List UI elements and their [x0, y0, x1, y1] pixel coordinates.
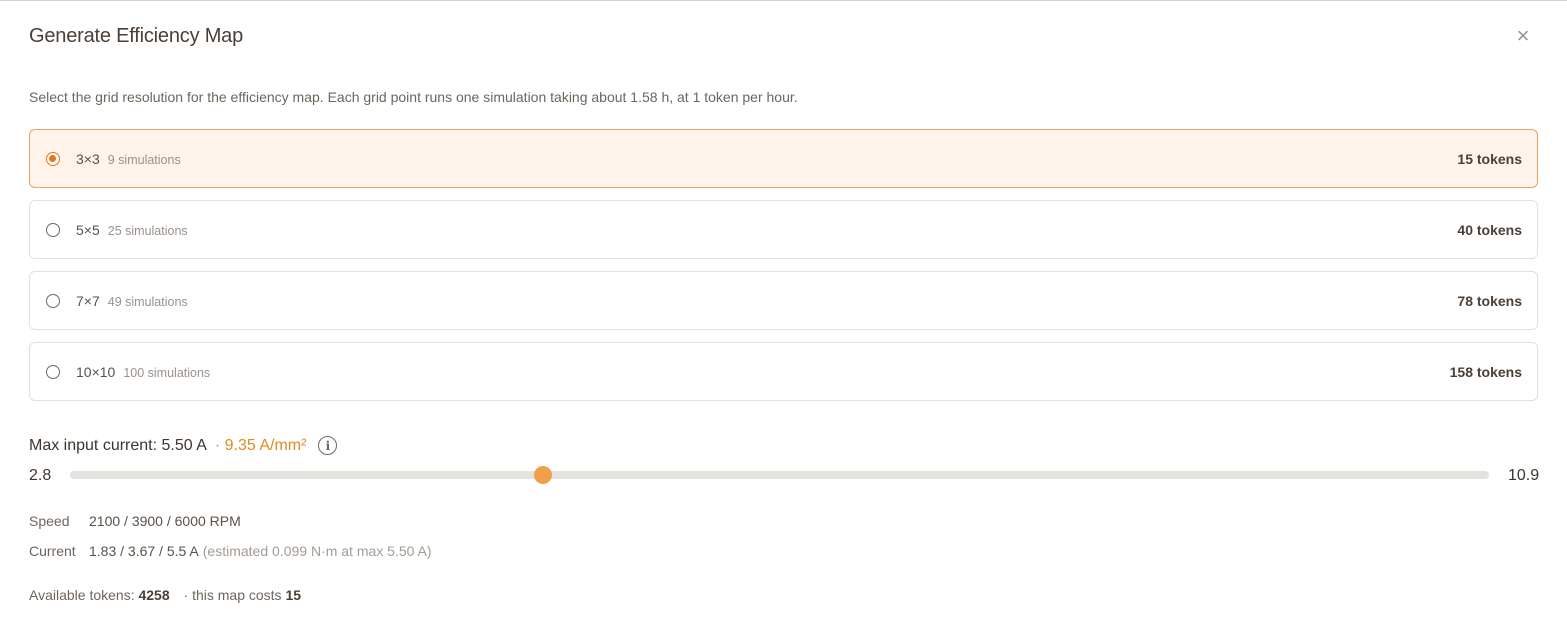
speed-value: 2100 / 3900 / 6000 RPM [89, 513, 241, 529]
option-cost: 158 tokens [1449, 364, 1522, 380]
option-cost: 15 tokens [1457, 151, 1522, 167]
dialog-description: Select the grid resolution for the effic… [29, 89, 798, 105]
slider-min-label: 2.8 [29, 467, 52, 484]
option-label: 3×3 [76, 151, 100, 167]
current-density: · 9.35 A/mm² [214, 436, 307, 454]
option-cost: 78 tokens [1457, 293, 1522, 309]
option-label: 10×10 [76, 364, 116, 380]
radio-5x5[interactable] [46, 223, 60, 237]
available-tokens-value: 4258 [138, 587, 170, 603]
option-5x5[interactable]: 5×5 25 simulations 40 tokens [29, 200, 1538, 259]
info-icon[interactable]: i [318, 436, 338, 455]
current-value: 1.83 / 3.67 / 5.5 A [89, 543, 199, 559]
token-summary: Available tokens: 4258 · this map costs … [29, 587, 301, 603]
efficiency-map-dialog: Generate Efficiency Map × Select the gri… [0, 0, 1567, 620]
option-simulations: 25 simulations [107, 224, 188, 238]
map-cost-label: · this map costs [183, 587, 282, 603]
radio-10x10[interactable] [46, 365, 60, 379]
option-label: 7×7 [76, 293, 100, 309]
max-current-label: Max input current: 5.50 A [29, 436, 207, 454]
option-7x7[interactable]: 7×7 49 simulations 78 tokens [29, 271, 1538, 330]
map-cost-value: 15 [285, 587, 302, 603]
current-slider-track[interactable] [70, 471, 1489, 479]
option-simulations: 9 simulations [107, 153, 181, 167]
option-simulations: 49 simulations [107, 295, 188, 309]
option-simulations: 100 simulations [123, 366, 211, 380]
option-3x3[interactable]: 3×3 9 simulations 15 tokens [29, 129, 1538, 188]
current-row: Current 1.83 / 3.67 / 5.5 A (estimated 0.0… [29, 543, 432, 559]
slider-max-label: 10.9 [1508, 467, 1540, 484]
current-estimate: (estimated 0.099 N·m at max 5.50 A) [202, 543, 432, 559]
radio-7x7[interactable] [46, 294, 60, 308]
option-label: 5×5 [76, 222, 100, 238]
option-10x10[interactable]: 10×10 100 simulations 158 tokens [29, 342, 1538, 401]
close-icon[interactable]: × [1512, 23, 1534, 48]
dialog-title: Generate Efficiency Map [29, 25, 244, 47]
speed-label: Speed [29, 513, 70, 529]
current-slider-title: Max input current: 5.50 A · 9.35 A/mm² i [29, 436, 338, 455]
option-cost: 40 tokens [1457, 222, 1522, 238]
speed-row: Speed 2100 / 3900 / 6000 RPM [29, 513, 241, 529]
current-slider-thumb[interactable] [534, 466, 552, 484]
current-label: Current [29, 543, 76, 559]
available-tokens-label: Available tokens: [29, 587, 135, 603]
radio-3x3[interactable] [46, 152, 60, 166]
grid-resolution-options: 3×3 9 simulations 15 tokens 5×5 25 simulat… [29, 129, 1538, 413]
